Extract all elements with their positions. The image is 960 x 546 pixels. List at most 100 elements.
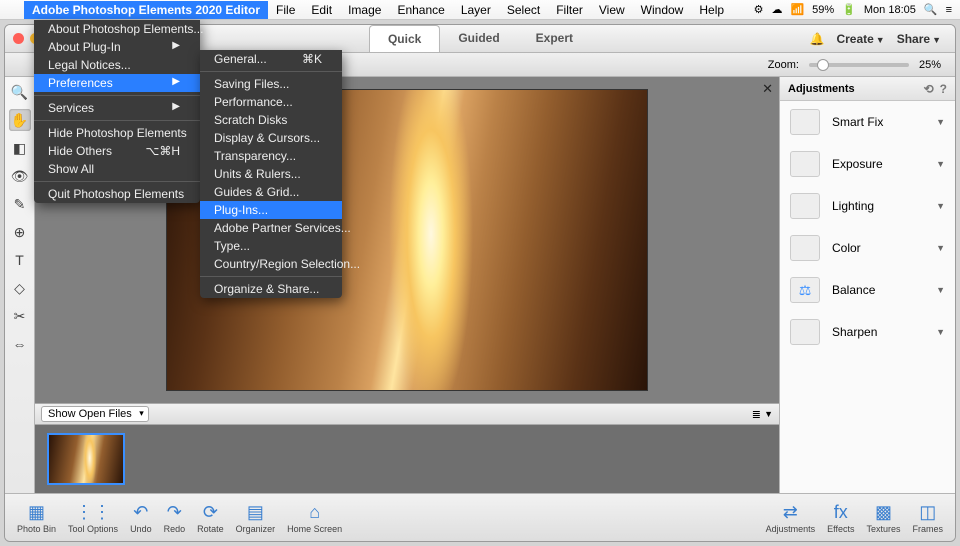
tab-guided[interactable]: Guided — [440, 25, 517, 52]
bottom-label: Textures — [866, 524, 900, 534]
menu-extra-icon[interactable]: ≡ — [946, 4, 952, 16]
bottom-label: Adjustments — [766, 524, 816, 534]
menu-item[interactable]: About Plug-In▶ — [34, 38, 200, 56]
app-menu-title[interactable]: Adobe Photoshop Elements 2020 Editor — [24, 1, 268, 19]
adjustment-label: Sharpen — [832, 325, 877, 339]
menu-file[interactable]: File — [268, 1, 303, 19]
menu-item[interactable]: Adobe Partner Services... — [200, 219, 342, 237]
bell-icon[interactable]: 🔔 — [809, 32, 824, 46]
adjustment-item[interactable]: ⚖ Balance ▼ — [780, 269, 955, 311]
chevron-down-icon[interactable]: ▼ — [764, 409, 773, 419]
panel-title: Adjustments — [788, 83, 855, 95]
mac-status-area: ⚙ ☁ 📶 59% 🔋 Mon 18:05 🔍 ≡ — [754, 3, 960, 16]
bottom-label: Photo Bin — [17, 524, 56, 534]
adjustment-icon: ⚖ — [790, 277, 820, 303]
adjustment-item[interactable]: Sharpen▼ — [780, 311, 955, 353]
menu-item[interactable]: Units & Rulers... — [200, 165, 342, 183]
menu-item[interactable]: Saving Files... — [200, 75, 342, 93]
bottom-button[interactable]: ▩Textures — [860, 500, 906, 536]
bottom-icon: ⇄ — [783, 502, 798, 524]
menu-item[interactable]: Country/Region Selection... — [200, 255, 342, 273]
adjustment-item[interactable]: Color▼ — [780, 227, 955, 269]
bottom-button[interactable]: ↷Redo — [158, 500, 192, 536]
tool-button[interactable]: ✋ — [9, 109, 31, 131]
menu-item[interactable]: Type... — [200, 237, 342, 255]
menu-enhance[interactable]: Enhance — [389, 1, 452, 19]
menu-layer[interactable]: Layer — [453, 1, 499, 19]
tool-button[interactable]: ✎ — [9, 193, 31, 215]
menu-item[interactable]: Hide Others⌥⌘H — [34, 142, 200, 160]
reset-icon[interactable]: ⟲ — [924, 82, 934, 96]
bottom-button[interactable]: ⟳Rotate — [191, 500, 230, 536]
zoom-slider[interactable] — [809, 63, 909, 67]
chevron-down-icon: ▼ — [936, 285, 945, 295]
bottom-button[interactable]: ▦Photo Bin — [11, 500, 62, 536]
menu-item[interactable]: Quit Photoshop Elements⌘Q — [34, 185, 200, 203]
help-icon[interactable]: ? — [940, 82, 947, 96]
bottom-button[interactable]: ⇄Adjustments — [760, 500, 822, 536]
menu-item[interactable]: Plug-Ins... — [200, 201, 342, 219]
tool-button[interactable]: ⊕ — [9, 221, 31, 243]
bottom-button[interactable]: fxEffects — [821, 500, 860, 536]
thumbnail[interactable] — [47, 433, 125, 485]
menu-view[interactable]: View — [591, 1, 633, 19]
tab-quick[interactable]: Quick — [369, 25, 440, 52]
menu-item[interactable]: Services▶ — [34, 99, 200, 117]
menu-item[interactable]: General...⌘K — [200, 50, 342, 68]
bottom-icon: fx — [834, 502, 848, 524]
menu-item[interactable]: Hide Photoshop Elements⌃⌘H — [34, 124, 200, 142]
menu-filter[interactable]: Filter — [548, 1, 591, 19]
bottom-button[interactable]: ⋮⋮Tool Options — [62, 500, 124, 536]
menu-select[interactable]: Select — [499, 1, 548, 19]
menu-help[interactable]: Help — [691, 1, 732, 19]
tool-button[interactable]: 👁 — [9, 165, 31, 187]
menu-item[interactable]: Preferences▶ — [34, 74, 200, 92]
menu-item[interactable]: Guides & Grid... — [200, 183, 342, 201]
bottom-icon: ↶ — [133, 502, 148, 524]
bottom-icon: ◫ — [919, 502, 936, 524]
adjustment-item[interactable]: Smart Fix▼ — [780, 101, 955, 143]
bottom-button[interactable]: ◫Frames — [906, 500, 949, 536]
menu-item[interactable]: Display & Cursors... — [200, 129, 342, 147]
tool-button[interactable]: ◧ — [9, 137, 31, 159]
zoom-thumb[interactable] — [817, 59, 829, 71]
adjustments-panel: Adjustments ⟲ ? Smart Fix▼Exposure▼Light… — [779, 77, 955, 493]
menu-item[interactable]: Organize & Share... — [200, 280, 342, 298]
share-button[interactable]: Share▼ — [897, 32, 941, 46]
list-view-icon[interactable]: ≣ — [752, 408, 761, 421]
menu-item[interactable]: Performance... — [200, 93, 342, 111]
toolbox: 🔍 ✋ ◧ 👁 ✎ ⊕ T ◇ ✂ ⇔ — [5, 77, 35, 493]
adjustment-icon — [790, 235, 820, 261]
bottom-bar: ▦Photo Bin⋮⋮Tool Options↶Undo↷Redo⟳Rotat… — [5, 493, 955, 541]
bottom-button[interactable]: ▤Organizer — [230, 500, 282, 536]
close-document-icon[interactable]: ✕ — [762, 81, 773, 97]
create-button[interactable]: Create▼ — [836, 32, 884, 46]
tool-button[interactable]: ◇ — [9, 277, 31, 299]
tab-expert[interactable]: Expert — [518, 25, 591, 52]
adjustment-label: Balance — [832, 283, 875, 297]
bottom-button[interactable]: ⌂Home Screen — [281, 500, 348, 536]
tool-button[interactable]: 🔍 — [9, 81, 31, 103]
menu-item[interactable]: Legal Notices... — [34, 56, 200, 74]
menu-item[interactable]: Transparency... — [200, 147, 342, 165]
menu-image[interactable]: Image — [340, 1, 389, 19]
tool-button[interactable]: ⇔ — [9, 333, 31, 355]
filmstrip-dropdown[interactable]: Show Open Files — [41, 406, 149, 422]
adjustment-icon — [790, 319, 820, 345]
spotlight-icon[interactable]: 🔍 — [924, 3, 938, 16]
tool-button[interactable]: ✂ — [9, 305, 31, 327]
menu-edit[interactable]: Edit — [303, 1, 340, 19]
bottom-icon: ⋮⋮ — [75, 502, 111, 524]
adjustment-item[interactable]: Exposure▼ — [780, 143, 955, 185]
menu-item[interactable]: About Photoshop Elements... — [34, 20, 200, 38]
bottom-label: Undo — [130, 524, 152, 534]
status-icon: ⚙ — [754, 3, 764, 16]
menu-item[interactable]: Show All — [34, 160, 200, 178]
adjustment-item[interactable]: Lighting▼ — [780, 185, 955, 227]
close-icon[interactable] — [13, 33, 24, 44]
menu-window[interactable]: Window — [633, 1, 692, 19]
menu-item[interactable]: Scratch Disks — [200, 111, 342, 129]
bottom-button[interactable]: ↶Undo — [124, 500, 158, 536]
bottom-icon: ▩ — [875, 502, 892, 524]
tool-button[interactable]: T — [9, 249, 31, 271]
